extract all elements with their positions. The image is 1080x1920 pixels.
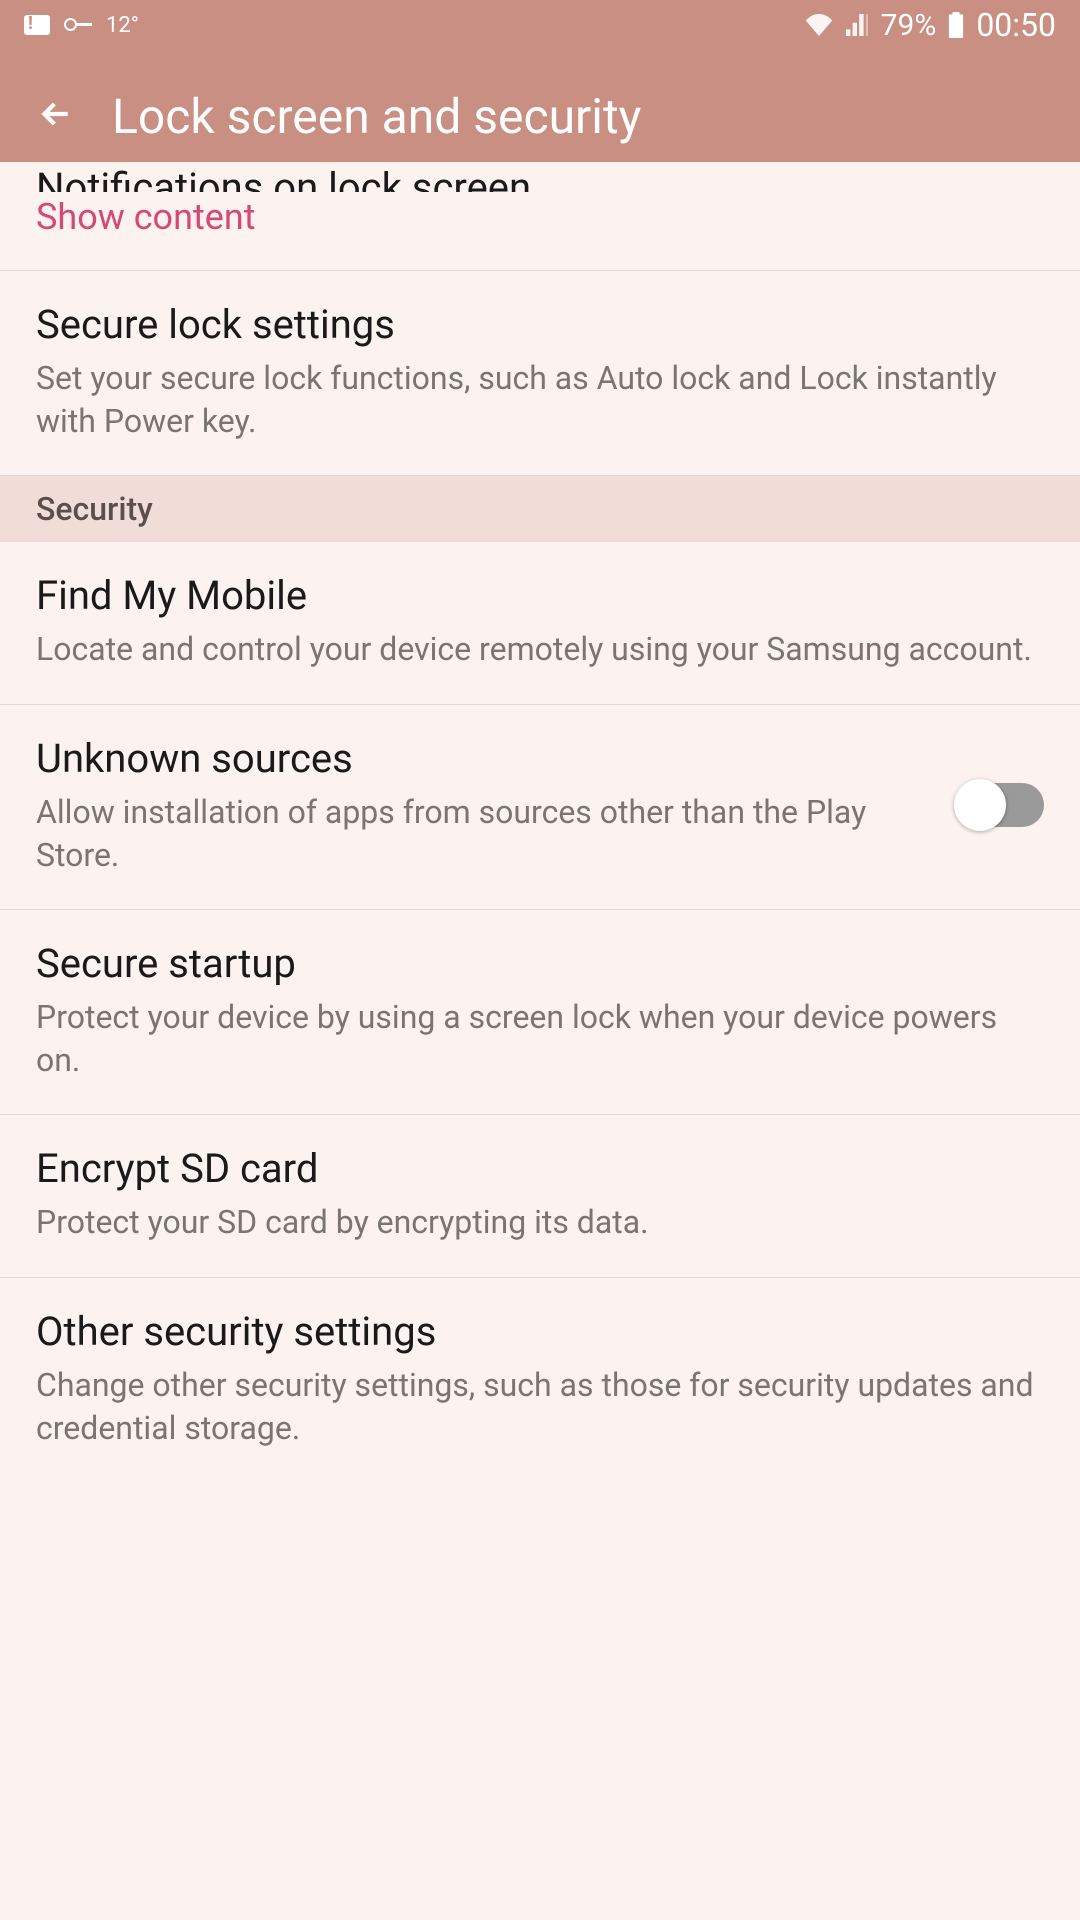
back-arrow-icon[interactable] — [36, 94, 76, 138]
wifi-icon — [805, 14, 833, 36]
notification-card-icon — [24, 15, 50, 35]
unknown-sources-toggle[interactable] — [958, 783, 1044, 827]
security-section-header: Security — [0, 476, 1080, 542]
item-title: Secure startup — [36, 938, 1044, 990]
item-description: Protect your device by using a screen lo… — [36, 996, 1044, 1082]
temperature-indicator: 12° — [106, 13, 139, 38]
item-description: Set your secure lock functions, such as … — [36, 357, 1044, 443]
item-description: Locate and control your device remotely … — [36, 628, 1044, 671]
item-title: Find My Mobile — [36, 570, 1044, 622]
item-value: Show content — [36, 196, 1044, 238]
item-title: Secure lock settings — [36, 299, 1044, 351]
unknown-sources-item[interactable]: Unknown sources Allow installation of ap… — [0, 705, 1080, 910]
item-title: Other security settings — [36, 1306, 1044, 1358]
secure-lock-settings-item[interactable]: Secure lock settings Set your secure loc… — [0, 271, 1080, 476]
item-title: Notifications on lock screen — [36, 162, 1044, 192]
encrypt-sd-card-item[interactable]: Encrypt SD card Protect your SD card by … — [0, 1115, 1080, 1277]
item-text: Unknown sources Allow installation of ap… — [36, 733, 958, 877]
item-description: Protect your SD card by encrypting its d… — [36, 1201, 1044, 1244]
signal-icon — [845, 14, 869, 36]
battery-icon — [948, 12, 964, 38]
notifications-lock-screen-item[interactable]: Notifications on lock screen Show conten… — [0, 162, 1080, 271]
item-title: Unknown sources — [36, 733, 928, 785]
item-title: Encrypt SD card — [36, 1143, 1044, 1195]
item-description: Change other security settings, such as … — [36, 1364, 1044, 1450]
status-bar: 12° 79% 00:50 — [0, 0, 1080, 50]
settings-list: Notifications on lock screen Show conten… — [0, 162, 1080, 1482]
item-description: Allow installation of apps from sources … — [36, 791, 928, 877]
status-right: 79% 00:50 — [805, 6, 1056, 44]
key-icon — [64, 18, 92, 32]
toggle-knob — [954, 779, 1006, 831]
page-title: Lock screen and security — [112, 88, 641, 145]
find-my-mobile-item[interactable]: Find My Mobile Locate and control your d… — [0, 542, 1080, 704]
battery-percent: 79% — [881, 8, 937, 43]
other-security-settings-item[interactable]: Other security settings Change other sec… — [0, 1278, 1080, 1482]
status-left: 12° — [24, 13, 139, 38]
secure-startup-item[interactable]: Secure startup Protect your device by us… — [0, 910, 1080, 1115]
clock: 00:50 — [976, 6, 1056, 44]
